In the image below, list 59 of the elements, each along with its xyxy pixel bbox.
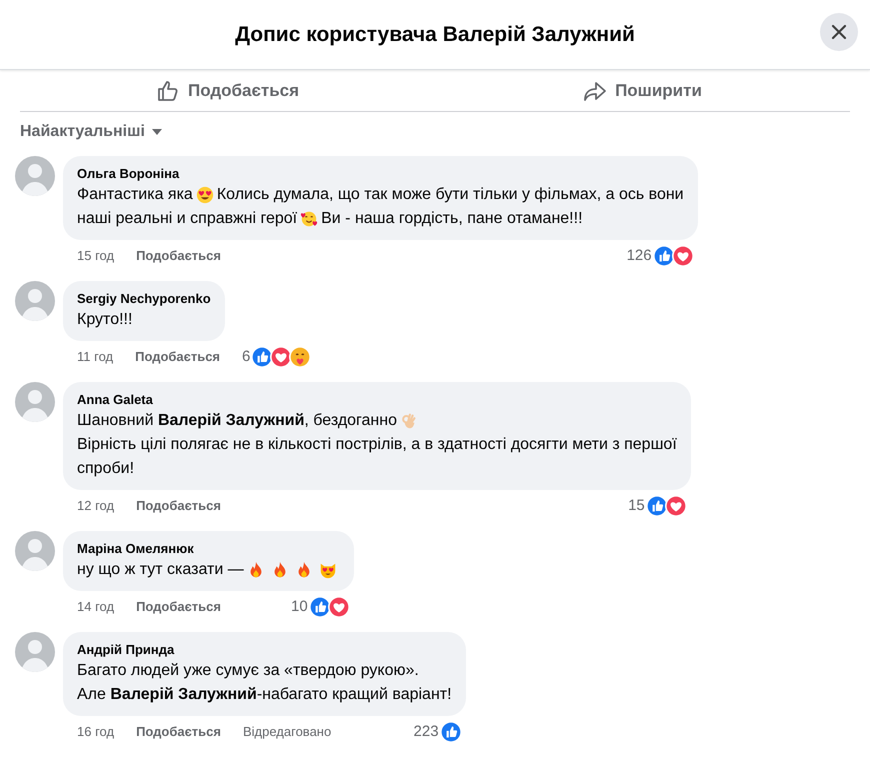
comment-time[interactable]: 16 год bbox=[77, 722, 114, 742]
comment-text: Ви - наша гордість, пане отамане!!! bbox=[321, 209, 583, 229]
author-name[interactable]: Ольга Вороніна bbox=[77, 165, 684, 183]
sort-dropdown[interactable]: Найактуальніші bbox=[20, 120, 163, 144]
author-name[interactable]: Anna Galeta bbox=[77, 391, 677, 409]
reaction-count[interactable]: 223 bbox=[414, 720, 439, 744]
share-button[interactable]: Поширити bbox=[435, 70, 850, 111]
like-link[interactable]: Подобається bbox=[136, 496, 221, 516]
comment-text: спроби! bbox=[77, 459, 134, 479]
comment-text: Вірність цілі полягає не в кількості пострілів, а в здатності досягти мети з першої bbox=[77, 435, 677, 455]
comment-text: Круто!!! bbox=[77, 310, 132, 330]
like-reaction-icon bbox=[646, 495, 668, 517]
edited-label[interactable]: Відредаговано bbox=[242, 722, 332, 742]
like-reaction-icon bbox=[652, 245, 675, 267]
like-reaction-icon bbox=[308, 596, 331, 618]
hugging-face-reaction-icon bbox=[289, 346, 312, 368]
avatar-icon[interactable] bbox=[15, 632, 55, 672]
like-link[interactable]: Подобається bbox=[136, 246, 221, 266]
close-icon bbox=[829, 22, 849, 42]
comment-time[interactable]: 11 год bbox=[77, 347, 114, 367]
avatar-icon[interactable] bbox=[15, 156, 55, 196]
like-link[interactable]: Подобається bbox=[136, 597, 221, 617]
heart-reaction-icon bbox=[270, 346, 292, 368]
comment-text: Багато людей уже сумує за «твердою рукою». bbox=[77, 661, 419, 681]
author-name[interactable]: Sergiy Nechyporenko bbox=[77, 290, 211, 308]
reaction-count[interactable]: 126 bbox=[626, 244, 652, 268]
avatar-icon[interactable] bbox=[15, 382, 55, 422]
comment-text: Колись думала, що так може бути тільки у фільмах, а ось вони bbox=[216, 185, 684, 205]
like-button[interactable]: Подобається bbox=[20, 70, 435, 111]
dialog-title: Допис користувача Валерій Залужний bbox=[235, 22, 635, 48]
comment-text: ну що ж тут сказати — bbox=[77, 560, 244, 580]
close-button[interactable] bbox=[820, 13, 858, 51]
comment-time[interactable]: 12 год bbox=[77, 496, 114, 516]
avatar-icon[interactable] bbox=[15, 531, 55, 571]
author-name[interactable]: Андрій Принда bbox=[77, 641, 452, 659]
reaction-count[interactable]: 15 bbox=[628, 494, 645, 518]
comment-text: Шановний Валерій Залужний, бездоганно bbox=[77, 411, 397, 431]
like-reaction-icon bbox=[440, 721, 462, 743]
ok-hand-icon bbox=[400, 412, 418, 430]
caret-icon bbox=[150, 128, 163, 136]
like-link[interactable]: Подобається bbox=[135, 347, 220, 367]
heart-reaction-icon bbox=[664, 495, 687, 517]
heart-reaction-icon bbox=[328, 596, 350, 618]
heart-eyes-face-icon bbox=[196, 186, 214, 204]
comment-text: Але Валерій Залужний-набагато кращий варіант! bbox=[77, 685, 452, 705]
thumbs-up-icon bbox=[156, 78, 180, 102]
avatar-icon[interactable] bbox=[15, 281, 55, 321]
reaction-count[interactable]: 10 bbox=[291, 596, 308, 618]
comment-time[interactable]: 15 год bbox=[77, 246, 114, 266]
heart-reaction-icon bbox=[672, 245, 694, 267]
comment-text: Фантастика яка bbox=[77, 185, 193, 205]
comment-time[interactable]: 14 год bbox=[77, 597, 114, 617]
like-reaction-icon bbox=[251, 346, 274, 368]
smiling-face-hearts-icon bbox=[300, 210, 318, 228]
reaction-count[interactable]: 6 bbox=[242, 346, 250, 368]
cat-face-heart-eyes-icon bbox=[318, 561, 337, 579]
like-link[interactable]: Подобається bbox=[136, 722, 221, 742]
author-name[interactable]: Маріна Омелянюк bbox=[77, 540, 340, 558]
comment-text: наші реальні и справжні герої bbox=[77, 209, 298, 229]
